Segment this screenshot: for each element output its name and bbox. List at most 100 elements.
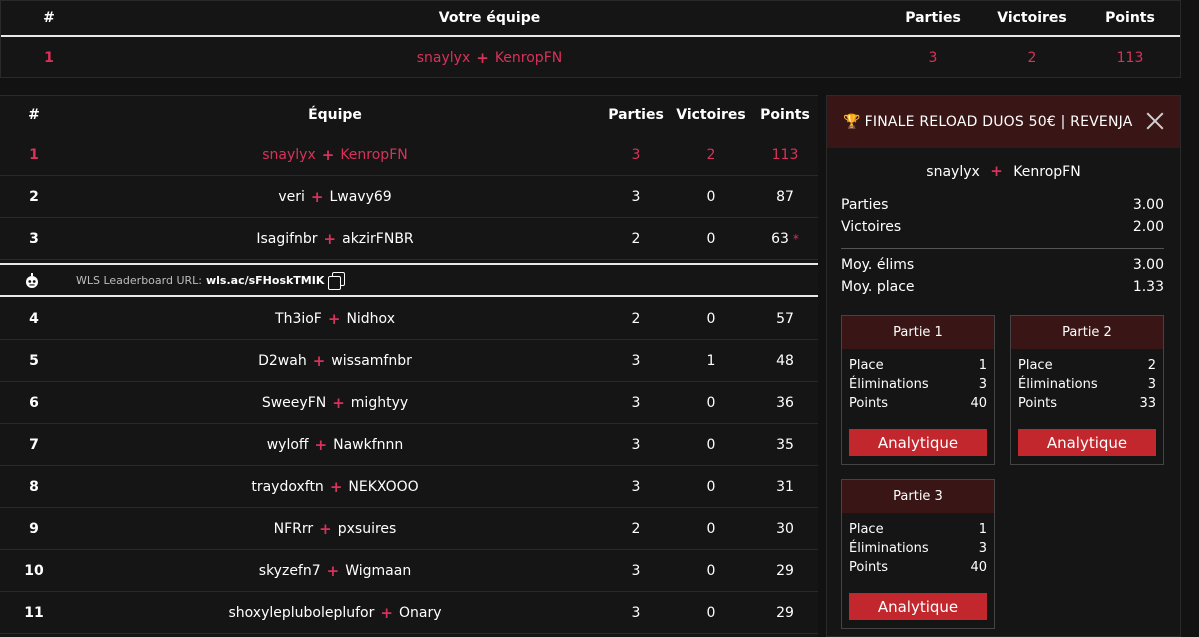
row-wins: 0 xyxy=(706,605,716,621)
header-wins: Victoires xyxy=(676,107,746,123)
analytics-button[interactable]: Analytique xyxy=(1018,429,1156,456)
plus-icon: + xyxy=(312,352,326,370)
table-row[interactable]: 7 wyloff + Nawkfnnn 3 0 35 xyxy=(0,424,818,466)
wls-label-wrap: WLS Leaderboard URL: wls.ac/sFHoskTMIK xyxy=(76,265,346,295)
header-points: Points xyxy=(760,107,810,123)
my-team-header: # Votre équipe Parties Victoires Points xyxy=(1,1,1180,35)
g-value: 1 xyxy=(978,522,987,537)
points-value: 35 xyxy=(776,437,794,453)
wls-leaderboard-url-row: WLS Leaderboard URL: wls.ac/sFHoskTMIK xyxy=(0,263,818,297)
panel-title: FINALE RELOAD DUOS 50€ | REVENJA xyxy=(864,114,1133,130)
stat-avg-place: Moy. place 1.33 xyxy=(841,279,1164,301)
points-value: 30 xyxy=(776,521,794,537)
table-row[interactable]: 3 Isagifnbr + akzirFNBR 2 0 63 * xyxy=(0,218,818,260)
plus-icon: + xyxy=(332,394,345,412)
player-name: Lwavy69 xyxy=(329,189,392,205)
g-label: Éliminations xyxy=(849,541,929,556)
plus-icon: + xyxy=(314,436,328,454)
player-name: akzirFNBR xyxy=(342,231,414,247)
g-value: 40 xyxy=(970,396,987,411)
row-rank: 3 xyxy=(29,231,39,247)
player-name: pxsuires xyxy=(337,521,397,537)
game-place: Place 1 xyxy=(849,358,987,377)
plus-icon: + xyxy=(327,310,341,328)
my-team-row[interactable]: 1 snaylyx + KenropFN 3 2 113 xyxy=(1,35,1180,79)
plus-icon: + xyxy=(329,478,343,496)
wls-label: WLS Leaderboard URL: xyxy=(76,273,202,287)
points-value: 48 xyxy=(776,353,794,369)
team-detail-panel: 🏆 FINALE RELOAD DUOS 50€ | REVENJA snayl… xyxy=(826,95,1181,637)
robot-icon xyxy=(24,273,42,289)
player-name: mightyy xyxy=(350,395,409,411)
player-name: KenropFN xyxy=(340,147,408,163)
row-team: wyloff + Nawkfnnn xyxy=(68,424,602,466)
points-value: 57 xyxy=(776,311,794,327)
row-games: 3 xyxy=(631,437,641,453)
table-row[interactable]: 11 shoxylepluboleplufor + Onary 3 0 29 xyxy=(0,592,818,634)
plus-icon: + xyxy=(319,520,332,538)
row-team: snaylyx + KenropFN xyxy=(68,134,602,176)
row-points: 36 xyxy=(752,382,818,424)
leaderboard-table: # Équipe Parties Victoires Points 1 snayl… xyxy=(0,95,818,637)
copy-icon[interactable] xyxy=(328,272,346,290)
header-team: Équipe xyxy=(308,107,362,123)
plus-icon: + xyxy=(326,562,340,580)
row-team: veri + Lwavy69 xyxy=(68,176,602,218)
my-team-table: # Votre équipe Parties Victoires Points … xyxy=(0,0,1181,78)
row-points: 48 xyxy=(752,340,818,382)
row-games: 2 xyxy=(631,231,641,247)
g-label: Points xyxy=(1018,396,1058,411)
row-points: 87 xyxy=(752,176,818,218)
game-place: Place 2 xyxy=(1018,358,1156,377)
points-value: 87 xyxy=(776,189,794,205)
table-row[interactable]: 10 skyzefn7 + Wigmaan 3 0 29 xyxy=(0,550,818,592)
table-row[interactable]: 1 snaylyx + KenropFN 3 2 113 xyxy=(0,134,818,176)
close-icon[interactable] xyxy=(1146,112,1164,130)
points-value: 29 xyxy=(776,605,794,621)
plus-icon: + xyxy=(323,230,337,248)
my-team-names: snaylyx + KenropFN xyxy=(97,37,882,79)
game-elims: Éliminations 3 xyxy=(849,541,987,560)
game-points: Points 40 xyxy=(849,396,987,415)
leaderboard-header: # Équipe Parties Victoires Points xyxy=(0,96,818,134)
table-row[interactable]: 4 Th3ioF + Nidhox 2 0 57 xyxy=(0,298,818,340)
row-rank: 6 xyxy=(29,395,39,411)
stat-label: Victoires xyxy=(841,219,902,235)
analytics-button[interactable]: Analytique xyxy=(849,593,987,620)
row-rank: 4 xyxy=(29,311,39,327)
row-rank: 9 xyxy=(29,521,39,537)
row-points: 57 xyxy=(752,298,818,340)
my-team-games: 3 xyxy=(928,50,938,66)
row-rank: 8 xyxy=(29,479,39,495)
wls-url-link[interactable]: wls.ac/sFHoskTMIK xyxy=(206,274,324,287)
stat-label: Moy. élims xyxy=(841,257,915,273)
table-row[interactable]: 9 NFRrr + pxsuires 2 0 30 xyxy=(0,508,818,550)
table-row[interactable]: 8 traydoxftn + NEKXOOO 3 0 31 xyxy=(0,466,818,508)
points-value: 113 xyxy=(771,147,799,163)
row-team: traydoxftn + NEKXOOO xyxy=(68,466,602,508)
plus-icon: + xyxy=(380,604,393,622)
analytics-button[interactable]: Analytique xyxy=(849,429,987,456)
g-label: Points xyxy=(849,396,889,411)
player-name: Onary xyxy=(398,605,442,621)
row-team: D2wah + wissamfnbr xyxy=(68,340,602,382)
points-value: 36 xyxy=(776,395,794,411)
player-name: veri xyxy=(278,189,305,205)
row-points: 113 xyxy=(752,134,818,176)
g-label: Place xyxy=(849,522,884,537)
table-row[interactable]: 6 SweeyFN + mightyy 3 0 36 xyxy=(0,382,818,424)
player-name: snaylyx xyxy=(926,164,980,180)
plus-icon: + xyxy=(476,49,489,67)
game-points: Points 33 xyxy=(1018,396,1156,415)
table-row[interactable]: 5 D2wah + wissamfnbr 3 1 48 xyxy=(0,340,818,382)
row-wins: 2 xyxy=(706,147,716,163)
row-rank: 11 xyxy=(24,605,44,621)
game-card-title: Partie 2 xyxy=(1011,316,1163,349)
row-games: 3 xyxy=(631,353,641,369)
row-team: NFRrr + pxsuires xyxy=(68,508,602,550)
table-row[interactable]: 2 veri + Lwavy69 3 0 87 xyxy=(0,176,818,218)
player-name: shoxylepluboleplufor xyxy=(228,605,375,621)
stat-value: 3.00 xyxy=(1132,197,1164,213)
row-points: 29 xyxy=(752,592,818,634)
stat-label: Moy. place xyxy=(841,279,915,295)
